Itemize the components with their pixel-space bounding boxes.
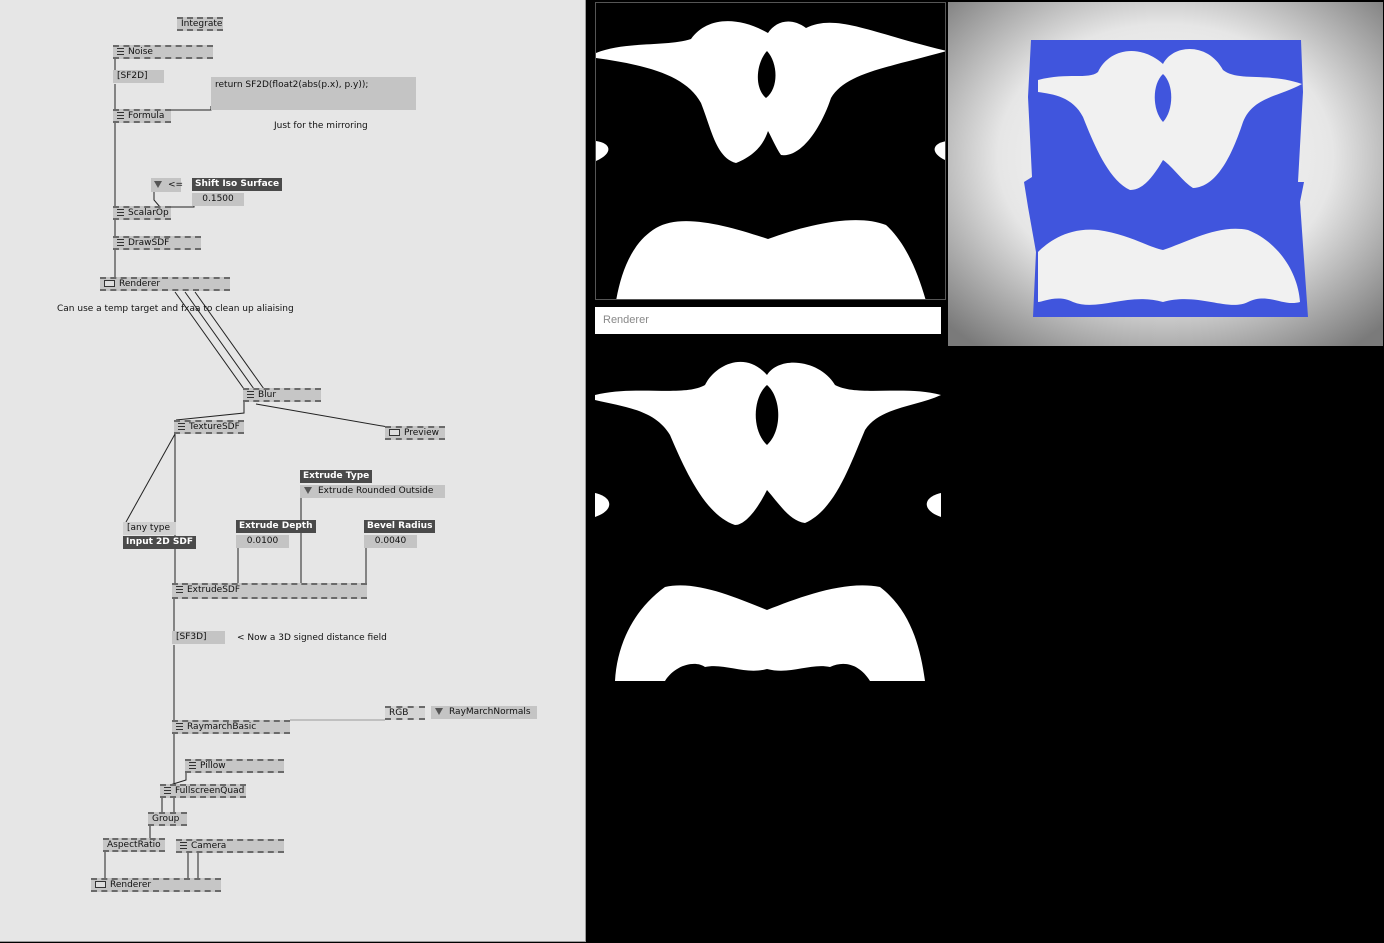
- node-menu-icon: [117, 48, 124, 55]
- pillow-node-label: Pillow: [200, 761, 226, 771]
- sf2d-type-label: [SF2D]: [117, 71, 148, 81]
- bevel-radius-label: Bevel Radius: [364, 520, 436, 533]
- extrude-type-label: Extrude Type: [300, 470, 373, 483]
- preview-viewport[interactable]: [595, 2, 946, 300]
- shift-iso-surface-input[interactable]: 0.1500: [192, 193, 244, 206]
- drawsdf-node-label: DrawSDF: [128, 238, 170, 248]
- raymarchnormals-dropdown[interactable]: RayMarchNormals: [431, 706, 537, 719]
- raymarchbasic-node-label: RaymarchBasic: [187, 722, 257, 732]
- node-menu-icon: [180, 842, 187, 849]
- blur-node[interactable]: Blur: [243, 388, 321, 402]
- raymarch-3d-image: [948, 2, 1383, 346]
- group-node-label: Group: [152, 814, 180, 824]
- raymarchbasic-node[interactable]: RaymarchBasic: [172, 720, 290, 734]
- formula-node-label: Formula: [128, 111, 165, 121]
- renderer-node-bottom-label: Renderer: [110, 880, 152, 890]
- drawsdf-node[interactable]: DrawSDF: [113, 236, 201, 250]
- extrude-type-value: Extrude Rounded Outside: [318, 486, 434, 496]
- extrudesdf-node[interactable]: ExtrudeSDF: [172, 583, 367, 599]
- renderer-image: [595, 335, 941, 681]
- comparator-value: <=: [168, 180, 184, 190]
- sf3d-type-node[interactable]: [SF3D]: [172, 631, 225, 644]
- formula-node[interactable]: Formula: [113, 109, 171, 123]
- node-menu-icon: [189, 762, 196, 769]
- temp-target-comment: Can use a temp target and fxaa to clean …: [57, 304, 294, 314]
- extrude-depth-label: Extrude Depth: [236, 520, 316, 533]
- aspectratio-node-label: AspectRatio: [107, 840, 161, 850]
- dropdown-arrow-icon: [304, 487, 312, 494]
- scalarop-node-label: ScalarOp: [128, 208, 169, 218]
- shift-iso-surface-label: Shift Iso Surface: [192, 178, 283, 191]
- input-2d-sdf-label: Input 2D SDF: [123, 536, 197, 549]
- pillow-node[interactable]: Pillow: [185, 759, 284, 773]
- camera-node-label: Camera: [191, 841, 227, 851]
- renderer-window-icon: [104, 280, 115, 287]
- texturesdf-node[interactable]: TextureSDF: [174, 420, 244, 434]
- texturesdf-node-label: TextureSDF: [189, 422, 240, 432]
- noise-node-label: Noise: [128, 47, 153, 57]
- formula-code-text: return SF2D(float2(abs(p.x), p.y));: [215, 80, 369, 90]
- formula-code-input[interactable]: return SF2D(float2(abs(p.x), p.y));: [211, 77, 416, 110]
- extrude-depth-input[interactable]: 0.0100: [236, 535, 289, 548]
- camera-node[interactable]: Camera: [176, 839, 284, 853]
- node-menu-icon: [117, 239, 124, 246]
- dropdown-arrow-icon: [154, 181, 162, 188]
- blur-node-label: Blur: [258, 390, 277, 400]
- integrate-node[interactable]: Integrate: [177, 17, 223, 31]
- fullscreenquad-node[interactable]: FullscreenQuad: [160, 784, 246, 798]
- preview-image: [596, 3, 945, 299]
- renderer-node-bottom[interactable]: Renderer: [91, 878, 221, 892]
- aspectratio-node[interactable]: AspectRatio: [103, 838, 165, 852]
- patch-editor[interactable]: Integrate Noise [SF2D] return SF2D(float…: [0, 0, 586, 942]
- extrude-type-dropdown[interactable]: Extrude Rounded Outside: [300, 485, 445, 498]
- node-menu-icon: [247, 391, 254, 398]
- node-menu-icon: [176, 586, 183, 593]
- comparator-dropdown[interactable]: <=: [151, 178, 184, 192]
- node-menu-icon: [176, 723, 183, 730]
- renderer-node-top[interactable]: Renderer: [100, 277, 230, 291]
- any-type-label: [any type: [127, 523, 171, 533]
- rgb-node-label: RGB: [389, 708, 409, 718]
- group-node[interactable]: Group: [148, 812, 187, 826]
- extrudesdf-node-label: ExtrudeSDF: [187, 585, 241, 595]
- preview-node[interactable]: Preview: [385, 426, 445, 440]
- rgb-node[interactable]: RGB: [385, 706, 425, 720]
- renderer-node-top-label: Renderer: [119, 279, 161, 289]
- scalarop-node[interactable]: ScalarOp: [113, 206, 171, 220]
- bevel-radius-input[interactable]: 0.0040: [364, 535, 417, 548]
- renderer-window-title[interactable]: Renderer: [595, 307, 941, 334]
- raymarchnormals-value: RayMarchNormals: [449, 707, 531, 717]
- fullscreenquad-node-label: FullscreenQuad: [175, 786, 245, 796]
- dropdown-arrow-icon: [435, 708, 443, 715]
- sf3d-comment: < Now a 3D signed distance field: [237, 633, 387, 643]
- preview-node-label: Preview: [404, 428, 440, 438]
- node-menu-icon: [178, 423, 185, 430]
- mirroring-comment: Just for the mirroring: [274, 121, 368, 131]
- sf2d-type-node[interactable]: [SF2D]: [113, 70, 164, 83]
- node-menu-icon: [117, 112, 124, 119]
- raymarch-3d-viewport[interactable]: [948, 2, 1383, 346]
- renderer-window-icon: [95, 881, 106, 888]
- node-menu-icon: [117, 209, 124, 216]
- patch-wires: [104, 58, 389, 879]
- any-type-input[interactable]: [any type: [123, 522, 176, 535]
- renderer-viewport[interactable]: [595, 335, 941, 681]
- node-menu-icon: [164, 787, 171, 794]
- preview-window-icon: [389, 429, 400, 436]
- noise-node[interactable]: Noise: [113, 45, 213, 59]
- sf3d-type-label: [SF3D]: [176, 632, 207, 642]
- integrate-node-label: Integrate: [181, 19, 223, 29]
